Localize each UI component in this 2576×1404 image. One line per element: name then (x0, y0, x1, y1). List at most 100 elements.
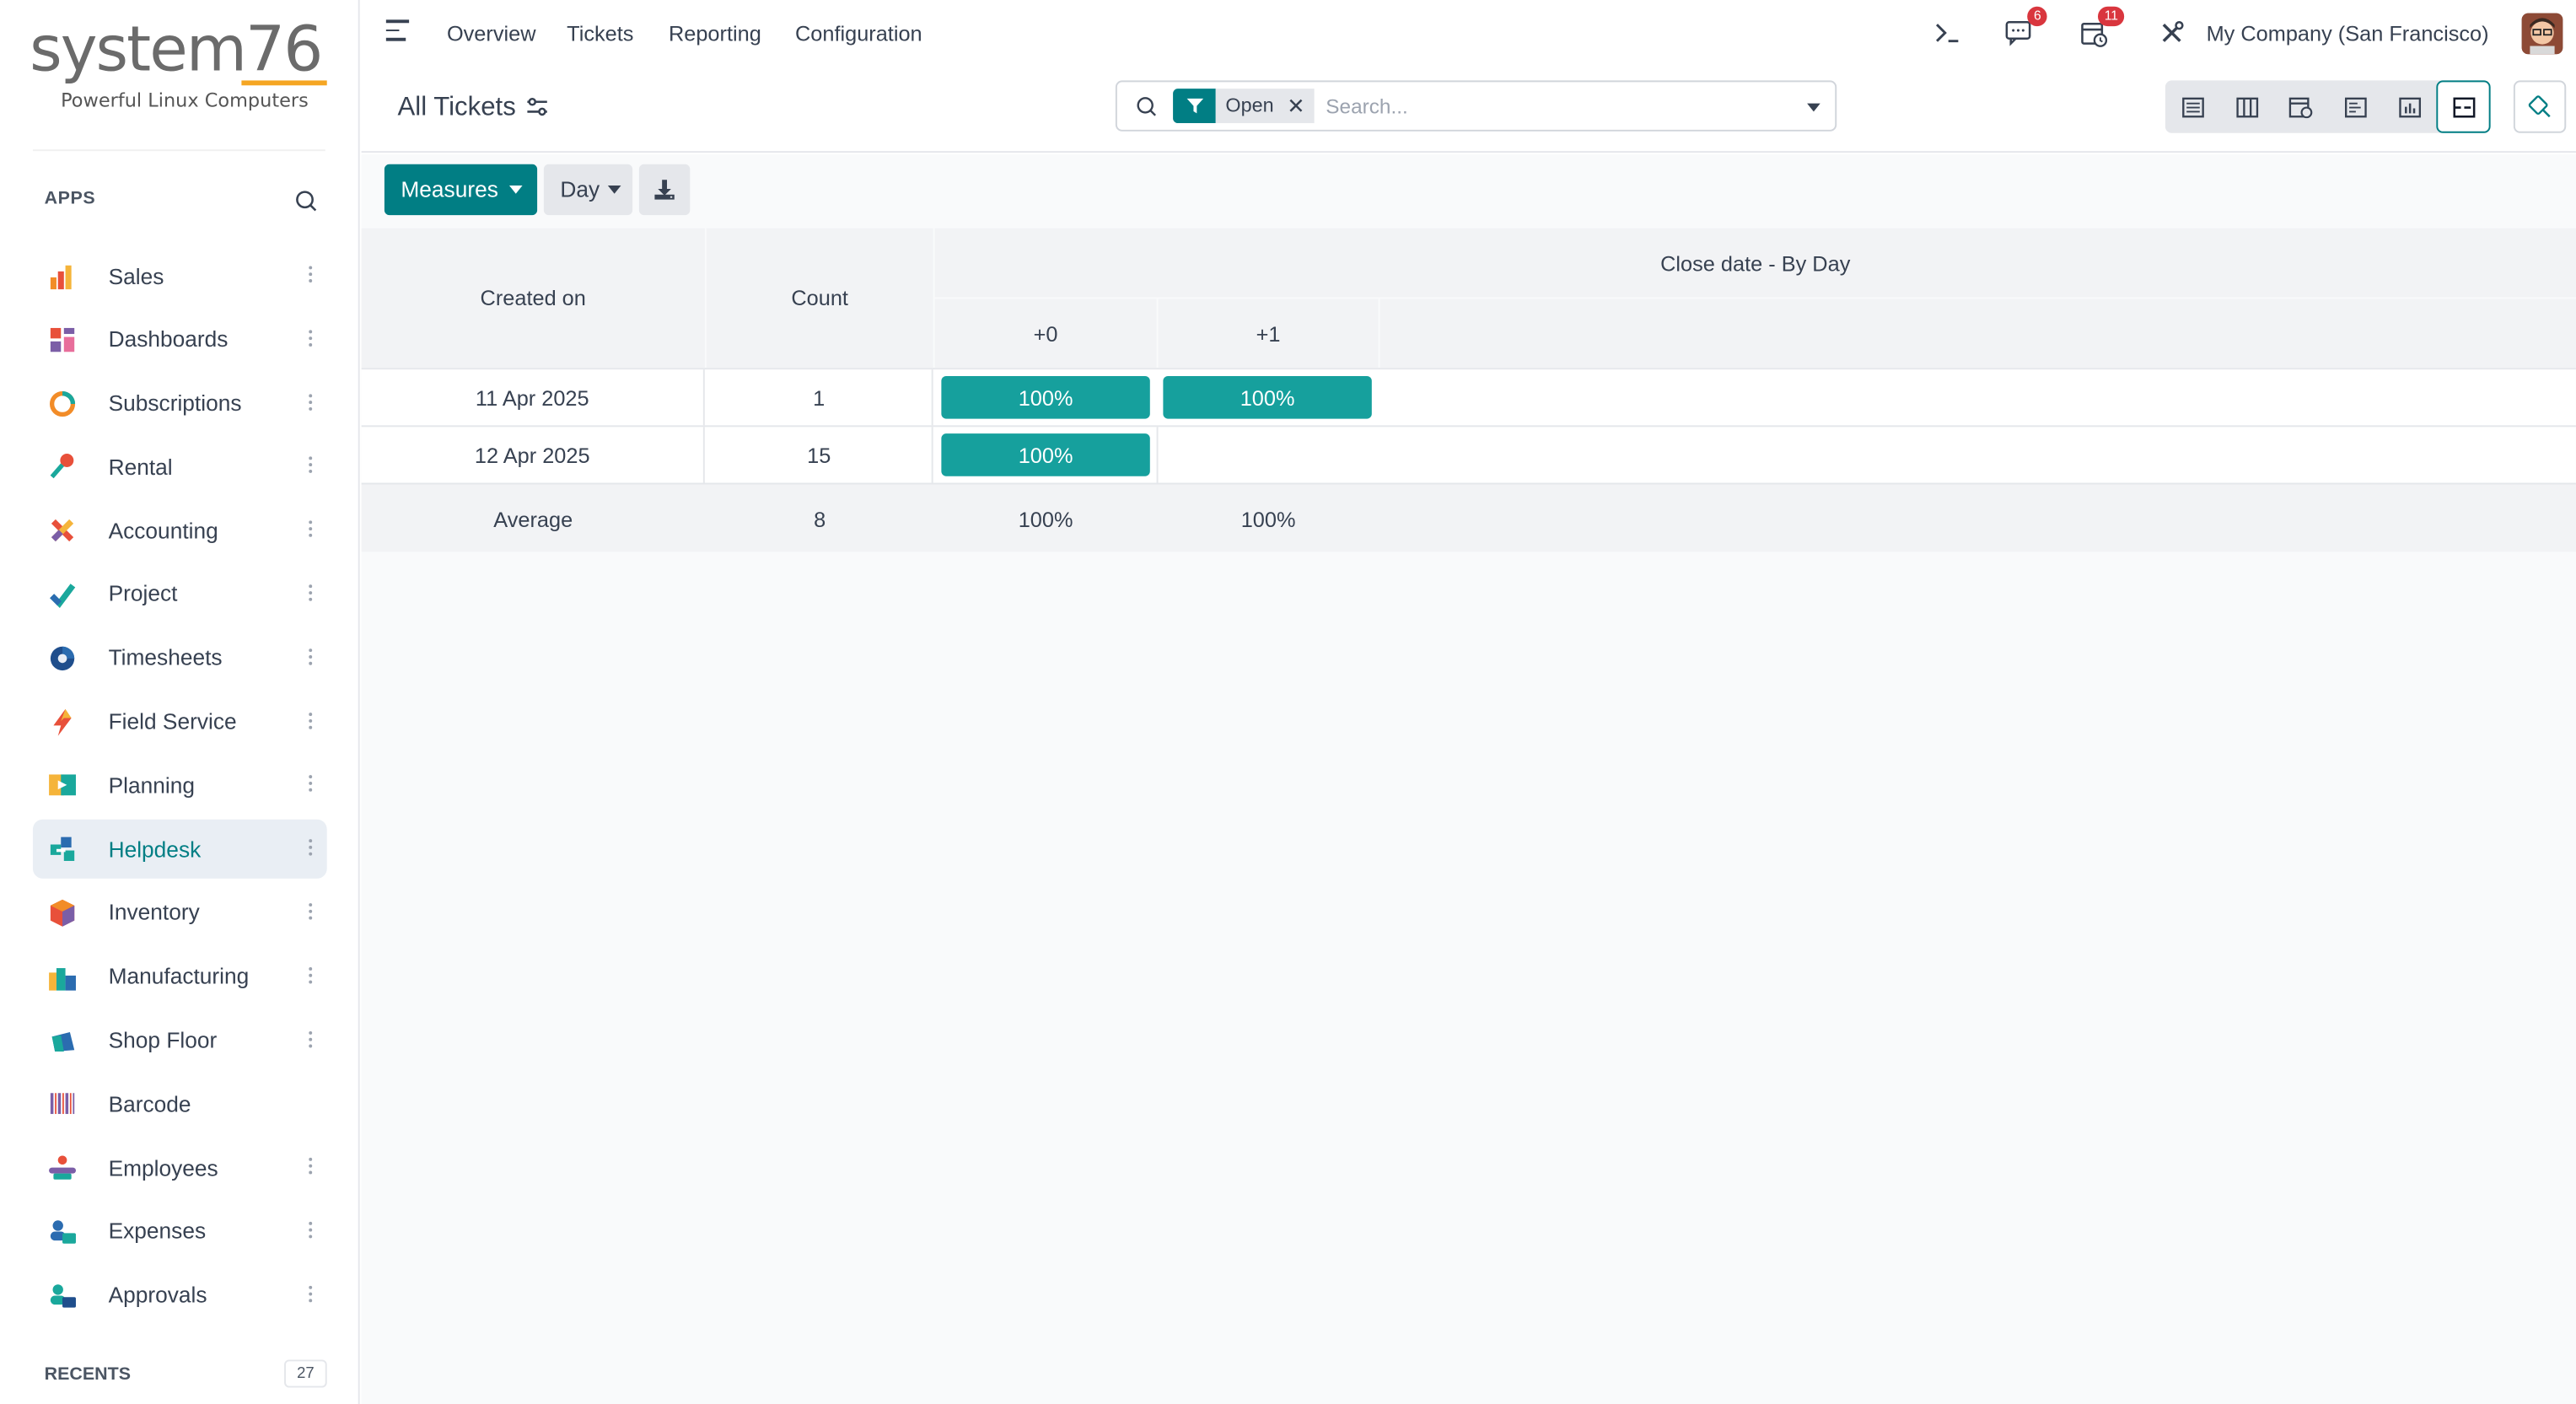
sidebar-item-label: Expenses (108, 1218, 207, 1245)
terminal-icon[interactable] (1933, 19, 1960, 46)
measures-button[interactable]: Measures (384, 164, 538, 216)
sidebar-item-helpdesk[interactable]: Helpdesk (32, 820, 327, 880)
kanban-view-button[interactable] (2219, 80, 2273, 132)
search-icon[interactable] (294, 189, 319, 213)
close-icon[interactable]: ✕ (1287, 89, 1304, 123)
cohort-cell[interactable]: 100% (1163, 375, 1372, 419)
messages-button[interactable]: 6 (2004, 6, 2048, 46)
sidebar-item-subscriptions[interactable]: Subscriptions (33, 374, 327, 433)
interval-dropdown[interactable]: Day (543, 164, 633, 216)
kebab-menu-icon[interactable] (309, 712, 314, 731)
activity-view-icon (2344, 96, 2366, 117)
kebab-menu-icon[interactable] (309, 520, 314, 541)
row-date: 11 Apr 2025 (362, 369, 705, 428)
sidebar-item-shop-floor[interactable]: Shop Floor (33, 1011, 327, 1070)
nav-tickets[interactable]: Tickets (567, 21, 633, 46)
kebab-menu-icon[interactable] (309, 584, 314, 604)
sparkle-pin-icon (2528, 95, 2551, 118)
sidebar-item-label: Dashboards (108, 327, 229, 352)
sidebar-item-label: Shop Floor (108, 1028, 218, 1053)
kebab-menu-icon[interactable] (309, 648, 314, 668)
kebab-menu-icon[interactable] (309, 903, 314, 923)
ai-assistant-button[interactable] (2513, 80, 2567, 133)
interval-label: Day (560, 177, 600, 202)
sidebar-item-label: Manufacturing (108, 964, 250, 989)
kebab-menu-icon[interactable] (309, 330, 314, 349)
employees-icon (45, 1149, 81, 1186)
close-date-group-header: Close date - By Day (934, 228, 2576, 298)
caret-down-icon (607, 186, 621, 194)
kebab-menu-icon[interactable] (309, 457, 314, 476)
download-button[interactable] (638, 164, 691, 216)
row-count: 15 (707, 427, 933, 485)
created-on-header-label: Created on (480, 285, 586, 311)
sidebar-item-employees[interactable]: Employees (33, 1138, 327, 1197)
timesheets-icon (45, 640, 81, 676)
average-value: 100% (1240, 506, 1296, 531)
table-row[interactable]: 11 Apr 2025 1 100% 100% (361, 368, 2576, 428)
row-count: 1 (707, 369, 933, 428)
kebab-menu-icon[interactable] (309, 966, 314, 987)
list-view-button[interactable] (2165, 80, 2219, 132)
kebab-menu-icon[interactable] (309, 266, 314, 285)
kebab-menu-icon[interactable] (309, 393, 314, 413)
brand-accent (241, 80, 327, 86)
kebab-menu-icon[interactable] (309, 1221, 314, 1241)
cohort-view-button[interactable] (2436, 80, 2491, 133)
interval-header-empty (1379, 299, 2576, 368)
average-value: 100% (1018, 506, 1073, 531)
search-options-toggle-icon[interactable] (1807, 103, 1820, 112)
kebab-menu-icon[interactable] (309, 1030, 314, 1050)
recents-count-badge: 27 (284, 1359, 327, 1388)
actions-gear-icon[interactable] (525, 95, 548, 118)
tools-icon[interactable] (2159, 19, 2185, 46)
kebab-menu-icon[interactable] (309, 839, 314, 858)
sidebar-item-approvals[interactable]: Approvals (33, 1266, 327, 1325)
search-icon[interactable] (1135, 95, 1158, 118)
sidebar-item-label: Accounting (108, 518, 218, 543)
kebab-menu-icon[interactable] (309, 1285, 314, 1304)
table-row[interactable]: 12 Apr 2025 15 100% (361, 425, 2576, 485)
graph-view-button[interactable] (2382, 80, 2436, 132)
sidebar-item-expenses[interactable]: Expenses (33, 1202, 327, 1261)
sidebar-item-manufacturing[interactable]: Manufacturing (33, 947, 327, 1006)
hamburger-menu-icon[interactable] (385, 19, 410, 42)
sidebar-item-dashboards[interactable]: Dashboards (33, 310, 327, 369)
sidebar-item-accounting[interactable]: Accounting (33, 501, 327, 560)
brand-name: system76 (30, 13, 323, 86)
search-bar: Open ✕ (1115, 80, 1837, 132)
cohort-cell[interactable]: 100% (941, 375, 1150, 419)
brand-logo[interactable]: system76 Powerful Linux Computers (30, 13, 333, 132)
sidebar-item-field-service[interactable]: Field Service (33, 692, 327, 751)
kebab-menu-icon[interactable] (309, 775, 314, 795)
nav-configuration[interactable]: Configuration (795, 21, 922, 46)
sidebar-item-inventory[interactable]: Inventory (33, 884, 327, 943)
activities-button[interactable]: 11 (2080, 6, 2125, 47)
sidebar-item-label: Rental (108, 455, 173, 480)
sidebar-item-label: Field Service (108, 709, 237, 734)
sidebar-item-label: Approvals (108, 1283, 207, 1308)
user-avatar[interactable] (2521, 13, 2563, 55)
search-input[interactable] (1326, 92, 1786, 122)
search-facet-open: Open ✕ (1173, 89, 1315, 124)
activity-view-button[interactable] (2328, 80, 2382, 132)
kebab-menu-icon[interactable] (309, 1158, 314, 1177)
sidebar-item-planning[interactable]: Planning (33, 756, 327, 815)
calendar-view-button[interactable] (2273, 80, 2327, 132)
inventory-icon (45, 895, 81, 931)
cohort-cell[interactable]: 100% (941, 433, 1150, 476)
facet-label: Open (1225, 94, 1274, 117)
caret-down-icon (509, 186, 524, 194)
sidebar-item-timesheets[interactable]: Timesheets (33, 628, 327, 687)
sidebar-item-rental[interactable]: Rental (33, 438, 327, 497)
expenses-icon (45, 1213, 81, 1250)
shop-floor-icon (45, 1022, 81, 1058)
breadcrumb: All Tickets (397, 94, 516, 122)
nav-overview[interactable]: Overview (447, 21, 536, 46)
sidebar-item-project[interactable]: Project (33, 565, 327, 624)
sidebar-item-sales[interactable]: Sales (33, 246, 327, 305)
sidebar-item-barcode[interactable]: Barcode (33, 1074, 327, 1133)
company-switcher[interactable]: My Company (San Francisco) (2207, 21, 2489, 46)
nav-reporting[interactable]: Reporting (669, 21, 761, 46)
apps-sidebar: system76 Powerful Linux Computers APPS S… (0, 0, 360, 1404)
